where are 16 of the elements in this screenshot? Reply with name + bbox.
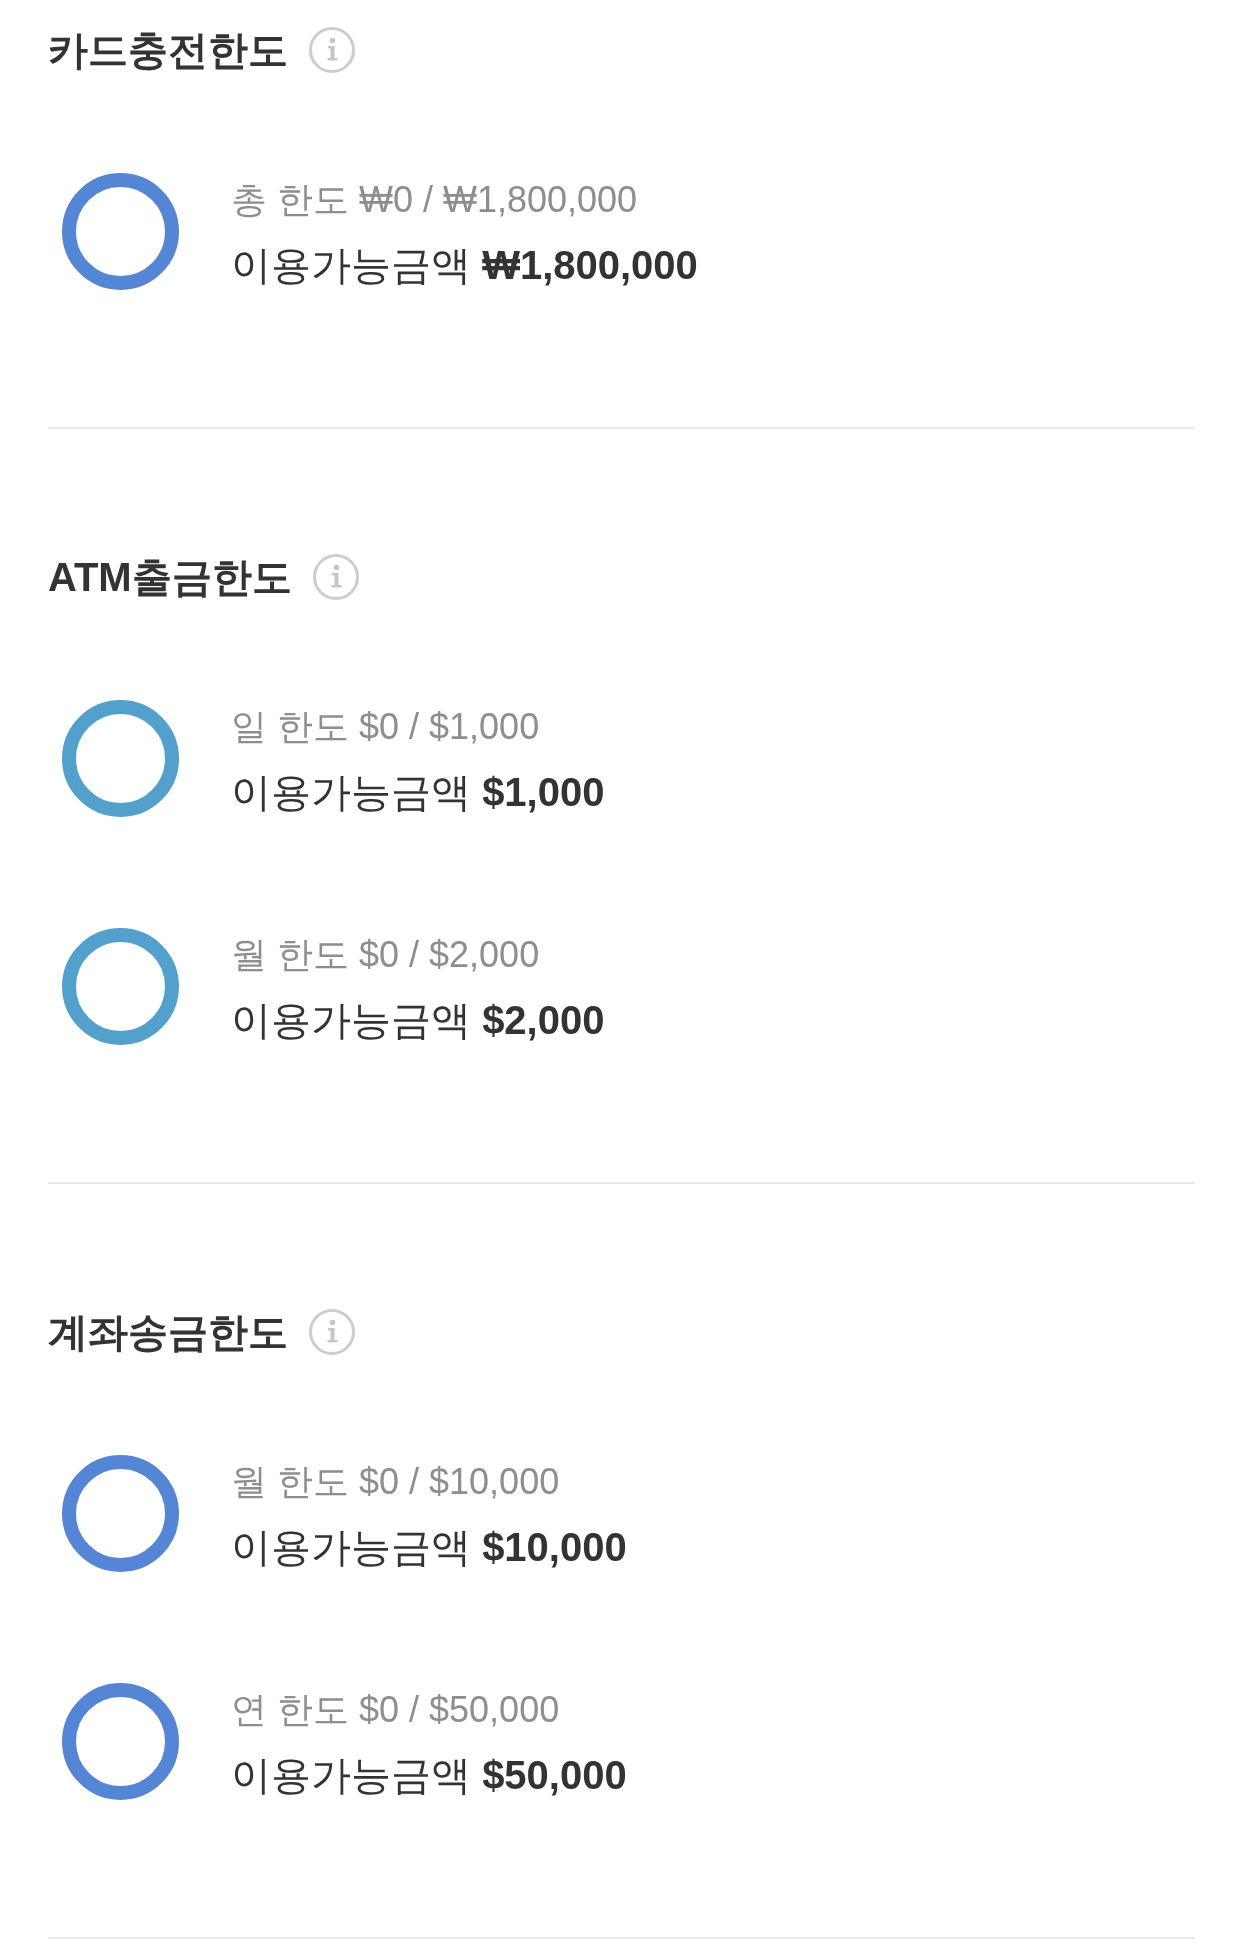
info-icon[interactable] — [309, 27, 355, 73]
info-icon[interactable] — [312, 554, 359, 600]
section-title: 카드충전한도 — [48, 27, 288, 74]
available-amount-text: 이용가능금액 $10,000 — [231, 1524, 627, 1571]
limit-usage-text: 연 한도 $0 / $50,000 — [231, 1688, 561, 1732]
limit-usage-text: 월 한도 $0 / $10,000 — [231, 1460, 561, 1504]
section-title: 계좌송금한도 — [48, 1309, 288, 1356]
available-amount-text: 이용가능금액 $2,000 — [231, 997, 605, 1044]
info-icon[interactable] — [309, 1309, 355, 1355]
available-amount-text: 이용가능금액 ₩1,800,000 — [231, 242, 698, 289]
available-amount-text: 이용가능금액 $50,000 — [231, 1752, 627, 1799]
limit-usage-text: 월 한도 $0 / $2,000 — [231, 933, 541, 977]
available-amount-text: 이용가능금액 $1,000 — [231, 769, 605, 816]
limit-usage-text: 총 한도 ₩0 / ₩1,800,000 — [231, 178, 639, 222]
section-title: ATM출금한도 — [48, 554, 292, 601]
limit-usage-text: 일 한도 $0 / $1,000 — [231, 705, 541, 749]
